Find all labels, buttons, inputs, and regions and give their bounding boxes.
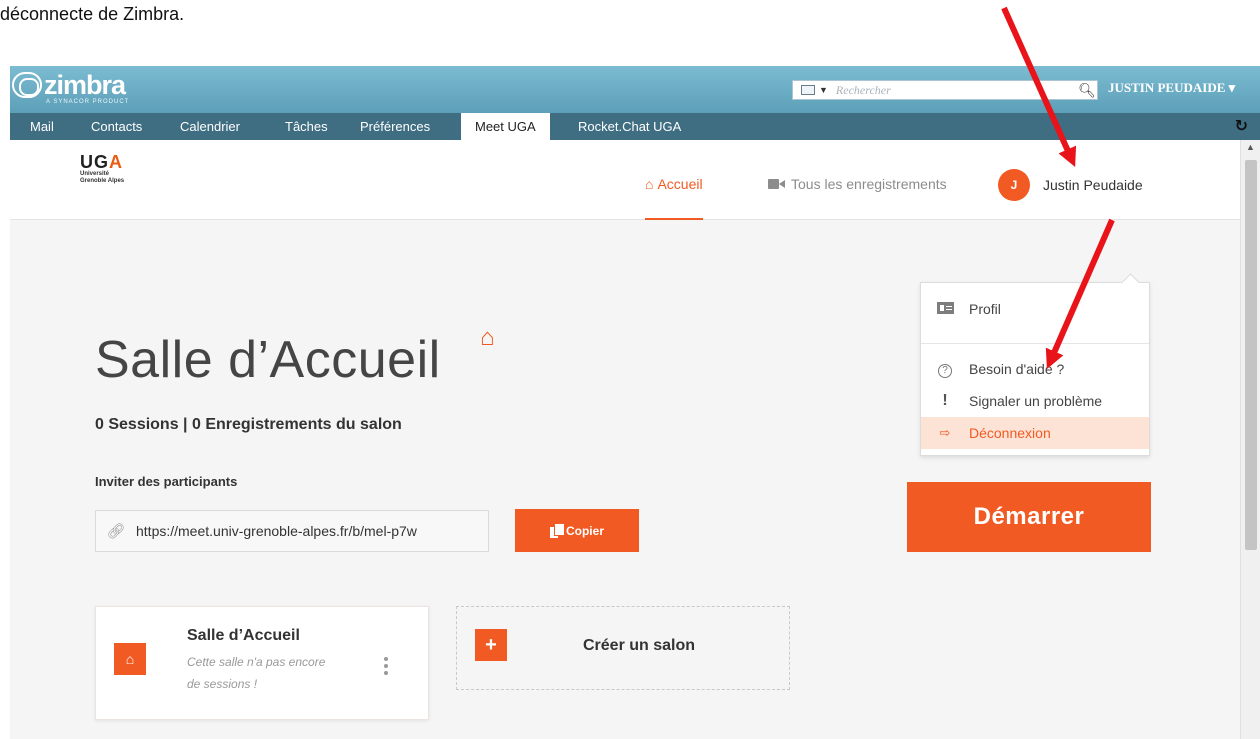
room-card[interactable]: ⌂ Salle d’Accueil Cette salle n'a pas en… xyxy=(95,606,429,720)
search-icon[interactable]: 🔍︎ xyxy=(1077,82,1097,99)
start-button[interactable]: Démarrer xyxy=(907,482,1151,552)
menu-item-profile[interactable]: Profil xyxy=(921,293,1149,325)
scrollbar[interactable]: ▲ xyxy=(1240,140,1260,739)
plus-icon: + xyxy=(475,629,507,661)
app-navbar: UGA Université Grenoble Alpes ⌂ Accueil … xyxy=(10,140,1240,220)
tab-contacts[interactable]: Contacts xyxy=(91,113,142,140)
menu-divider xyxy=(921,343,1149,344)
home-icon: ⌂ xyxy=(114,643,146,675)
search-bar: ▼ Rechercher 🔍︎ xyxy=(792,80,1098,100)
zimbra-logo[interactable]: zimbra A SYNACOR PRODUCT xyxy=(12,70,128,105)
sessions-summary: 0 Sessions | 0 Enregistrements du salon xyxy=(95,416,402,433)
nav-home-label: Accueil xyxy=(657,176,703,192)
caption-text: déconnecte de Zimbra. xyxy=(0,4,185,24)
tab-rocket-chat[interactable]: Rocket.Chat UGA xyxy=(578,113,681,140)
exclamation-icon: ! xyxy=(942,392,948,409)
menu-item-logout[interactable]: ⇨ Déconnexion xyxy=(921,417,1149,449)
avatar: J xyxy=(998,169,1030,201)
uga-logo-line2: Grenoble Alpes xyxy=(80,178,125,184)
uga-logo-letters: UG xyxy=(80,152,109,172)
copy-button[interactable]: Copier xyxy=(515,509,639,552)
search-input[interactable]: Rechercher xyxy=(836,83,1077,98)
home-icon: ⌂ xyxy=(480,324,495,351)
tab-preferences[interactable]: Préférences xyxy=(360,113,430,140)
nav-home-link[interactable]: ⌂ Accueil xyxy=(645,166,703,220)
uga-logo[interactable]: UGA Université Grenoble Alpes xyxy=(80,153,124,185)
browser-frame: zimbra A SYNACOR PRODUCT ▼ Rechercher 🔍︎… xyxy=(10,66,1260,739)
zimbra-logo-subtitle: A SYNACOR PRODUCT xyxy=(46,99,130,105)
page-title: Salle d’Accueil xyxy=(95,331,441,389)
room-card-name: Salle d’Accueil xyxy=(187,627,300,644)
create-room-label: Créer un salon xyxy=(583,637,696,654)
room-card-description: Cette salle n'a pas encore de sessions ! xyxy=(187,655,326,691)
uga-logo-accent: A xyxy=(109,152,123,172)
chevron-down-icon[interactable]: ▼ xyxy=(819,85,828,95)
tab-mail[interactable]: Mail xyxy=(30,113,54,140)
more-options-icon[interactable] xyxy=(384,657,388,675)
uga-logo-line1: Université xyxy=(80,171,110,177)
menu-item-help[interactable]: ? Besoin d'aide ? xyxy=(921,353,1149,385)
tab-taches[interactable]: Tâches xyxy=(285,113,328,140)
nav-recordings-label: Tous les enregistrements xyxy=(791,176,947,192)
refresh-icon[interactable]: ↻ xyxy=(1235,116,1248,136)
copy-button-label: Copier xyxy=(565,523,604,538)
zimbra-logo-text: zimbra xyxy=(44,70,126,100)
copy-icon xyxy=(549,523,564,538)
envelope-icon[interactable] xyxy=(801,85,815,95)
video-camera-icon xyxy=(768,179,786,189)
scroll-up-icon[interactable]: ▲ xyxy=(1246,142,1255,152)
menu-item-logout-label: Déconnexion xyxy=(969,425,1051,441)
home-icon: ⌂ xyxy=(645,176,654,192)
invite-url-value: https://meet.univ-grenoble-alpes.fr/b/me… xyxy=(136,523,417,539)
zimbra-header: zimbra A SYNACOR PRODUCT ▼ Rechercher 🔍︎… xyxy=(10,66,1260,113)
question-circle-icon: ? xyxy=(938,363,952,378)
scrollbar-thumb[interactable] xyxy=(1245,160,1257,550)
zimbra-logo-icon xyxy=(12,72,42,98)
invite-url-field[interactable]: 🔗︎ https://meet.univ-grenoble-alpes.fr/b… xyxy=(95,510,489,552)
create-room-card[interactable]: + Créer un salon xyxy=(456,606,790,690)
user-dropdown-toggle[interactable]: J Justin Peudaide xyxy=(998,169,1143,201)
tab-meet-uga[interactable]: Meet UGA xyxy=(461,113,550,140)
nav-recordings-link[interactable]: Tous les enregistrements xyxy=(768,176,947,192)
invite-label: Inviter des participants xyxy=(95,474,238,489)
zimbra-tab-bar: Mail Contacts Calendrier Tâches Préféren… xyxy=(10,113,1260,140)
user-dropdown-menu: Profil ? Besoin d'aide ? ! Signaler un p… xyxy=(920,282,1150,456)
id-card-icon xyxy=(936,301,954,314)
sign-out-icon: ⇨ xyxy=(939,425,951,440)
menu-item-report-label: Signaler un problème xyxy=(969,393,1103,409)
menu-item-report[interactable]: ! Signaler un problème xyxy=(921,385,1149,417)
link-icon: 🔗︎ xyxy=(106,523,126,540)
menu-item-profile-label: Profil xyxy=(969,301,1001,317)
tab-calendrier[interactable]: Calendrier xyxy=(180,113,240,140)
meet-app: UGA Université Grenoble Alpes ⌂ Accueil … xyxy=(10,140,1240,739)
user-menu[interactable]: JUSTIN PEUDAIDE ▾ xyxy=(1108,80,1235,96)
menu-item-help-label: Besoin d'aide ? xyxy=(969,361,1065,377)
user-name: Justin Peudaide xyxy=(1043,177,1143,193)
